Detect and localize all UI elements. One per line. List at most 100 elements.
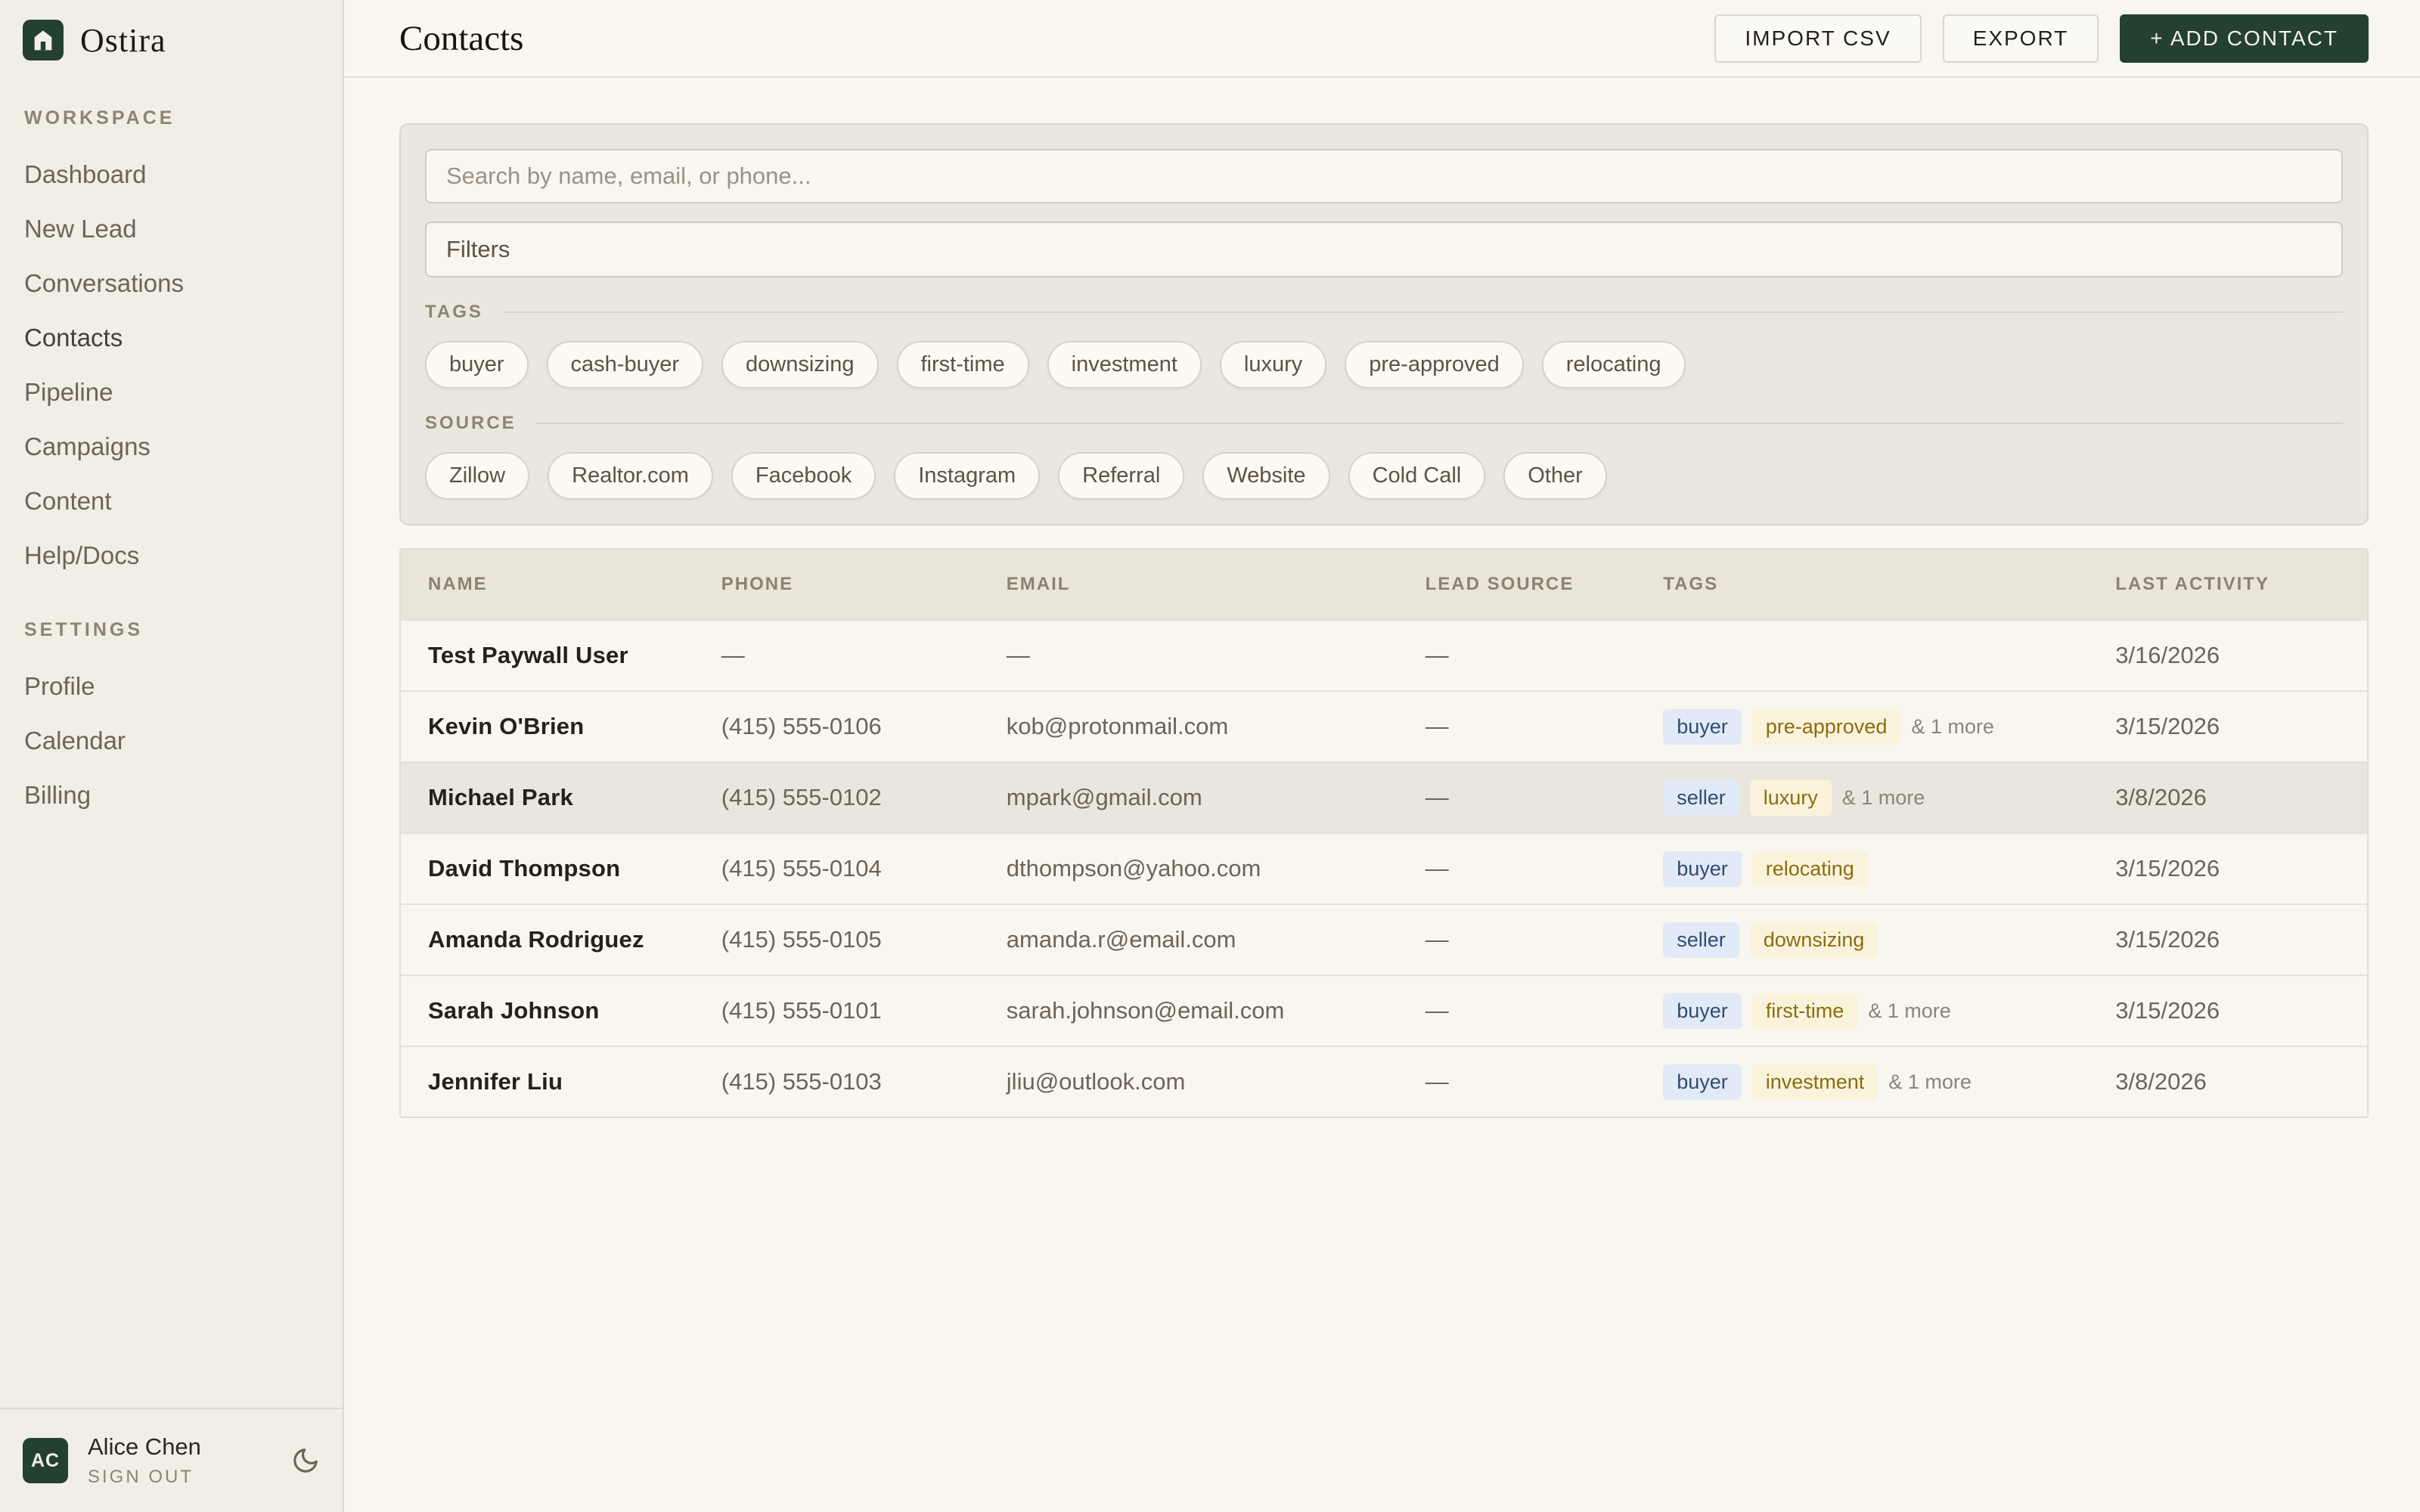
dark-mode-toggle[interactable] xyxy=(291,1446,320,1475)
cell-email: mpark@gmail.com xyxy=(1007,763,1426,832)
contact-name: David Thompson xyxy=(428,855,620,882)
sidebar-user-panel: AC Alice Chen SIGN OUT xyxy=(0,1408,343,1512)
tags-group-header: TAGS xyxy=(425,302,2343,323)
cell-phone: (415) 555-0102 xyxy=(721,763,1007,832)
cell-lead-source: — xyxy=(1426,905,1664,974)
sidebar-item-campaigns[interactable]: Campaigns xyxy=(24,420,318,474)
search-input[interactable] xyxy=(425,149,2343,203)
cell-email: — xyxy=(1007,621,1426,690)
tag-chip-first-time[interactable]: first-time xyxy=(897,341,1029,389)
cell-tags: buyerrelocating xyxy=(1663,834,2115,903)
sidebar-item-content[interactable]: Content xyxy=(24,474,318,528)
cell-last-activity: 3/15/2026 xyxy=(2115,692,2367,761)
source-group-rule xyxy=(536,423,2343,424)
source-chip-facebook[interactable]: Facebook xyxy=(731,452,876,500)
sidebar-item-billing[interactable]: Billing xyxy=(24,768,318,823)
tag-badge-buyer: buyer xyxy=(1663,851,1742,887)
contact-name: Sarah Johnson xyxy=(428,997,600,1024)
sidebar-item-contacts[interactable]: Contacts xyxy=(24,311,318,365)
sidebar-item-new-lead[interactable]: New Lead xyxy=(24,202,318,256)
cell-name: Kevin O'Brien xyxy=(401,692,721,761)
cell-last-activity: 3/15/2026 xyxy=(2115,834,2367,903)
tag-chip-pre-approved[interactable]: pre-approved xyxy=(1345,341,1524,389)
page-title: Contacts xyxy=(399,18,523,59)
cell-phone: (415) 555-0106 xyxy=(721,692,1007,761)
avatar: AC xyxy=(23,1438,68,1483)
source-chip-cold-call[interactable]: Cold Call xyxy=(1348,452,1486,500)
topbar: Contacts IMPORT CSV EXPORT + ADD CONTACT xyxy=(344,0,2420,78)
source-chip-website[interactable]: Website xyxy=(1202,452,1329,500)
source-chip-referral[interactable]: Referral xyxy=(1058,452,1184,500)
table-row[interactable]: Amanda Rodriguez (415) 555-0105amanda.r@e… xyxy=(401,903,2367,974)
table-header-row: NAMEPHONEEMAILLEAD SOURCETAGSLAST ACTIVI… xyxy=(401,550,2367,619)
moon-icon xyxy=(291,1446,320,1475)
contact-name: Michael Park xyxy=(428,784,573,811)
cell-tags: buyer pre-approved & 1 more xyxy=(1663,692,2115,761)
tag-badge-buyer: buyer xyxy=(1663,993,1742,1029)
contact-name: Amanda Rodriguez xyxy=(428,926,644,953)
source-chip-realtor-com[interactable]: Realtor.com xyxy=(548,452,713,500)
tag-badge-pre-approved: pre-approved xyxy=(1752,709,1901,745)
sidebar-item-conversations[interactable]: Conversations xyxy=(24,256,318,311)
sidebar-item-calendar[interactable]: Calendar xyxy=(24,714,318,768)
source-filter-chips: Zillow Realtor.com Facebook Instagram Referr… xyxy=(425,452,2343,500)
cell-email: sarah.johnson@email.com xyxy=(1007,976,1426,1046)
table-row[interactable]: Test Paywall User———3/16/2026 xyxy=(401,619,2367,690)
cell-phone: (415) 555-0103 xyxy=(721,1047,1007,1117)
source-chip-other[interactable]: Other xyxy=(1503,452,1607,500)
tag-badge-luxury: luxury xyxy=(1750,780,1832,816)
sidebar-item-profile[interactable]: Profile xyxy=(24,659,318,714)
cell-tags: buyerfirst-time& 1 more xyxy=(1663,976,2115,1046)
workspace-items: DashboardNew LeadConversationsContactsPi… xyxy=(24,147,318,583)
cell-lead-source: — xyxy=(1426,763,1664,832)
tag-chip-cash-buyer[interactable]: cash-buyer xyxy=(547,341,703,389)
cell-tags xyxy=(1663,621,2115,690)
cell-lead-source: — xyxy=(1426,1047,1664,1117)
cell-phone: (415) 555-0105 xyxy=(721,905,1007,974)
cell-email: amanda.r@email.com xyxy=(1007,905,1426,974)
column-header-email: EMAIL xyxy=(1007,550,1426,619)
tag-chip-relocating[interactable]: relocating xyxy=(1542,341,1686,389)
brand: Ostira xyxy=(0,0,343,76)
import-csv-button[interactable]: IMPORT CSV xyxy=(1714,14,1921,63)
table-row[interactable]: David Thompson(415) 555-0104dthompson@ya… xyxy=(401,832,2367,903)
table-row[interactable]: Sarah Johnson (415) 555-0101sarah.johnson… xyxy=(401,974,2367,1046)
tag-badge-downsizing: downsizing xyxy=(1750,922,1879,958)
table-row[interactable]: Michael Park (415) 555-0102mpark@gmail.co… xyxy=(401,761,2367,832)
tag-chip-investment[interactable]: investment xyxy=(1047,341,1202,389)
home-icon xyxy=(23,20,64,60)
user-name: Alice Chen xyxy=(88,1433,201,1461)
sidebar-nav-workspace: WORKSPACE DashboardNew LeadConversations… xyxy=(0,107,343,583)
export-button[interactable]: EXPORT xyxy=(1943,14,2099,63)
cell-name: Sarah Johnson xyxy=(401,976,721,1046)
tag-chip-downsizing[interactable]: downsizing xyxy=(721,341,878,389)
cell-tags: buyerinvestment& 1 more xyxy=(1663,1047,2115,1117)
tag-more-count: & 1 more xyxy=(1911,715,1994,739)
contacts-table: NAMEPHONEEMAILLEAD SOURCETAGSLAST ACTIVI… xyxy=(399,548,2369,1118)
cell-last-activity: 3/15/2026 xyxy=(2115,905,2367,974)
sidebar-item-help-docs[interactable]: Help/Docs xyxy=(24,528,318,583)
sign-out-button[interactable]: SIGN OUT xyxy=(88,1467,201,1488)
tag-badge-first-time: first-time xyxy=(1752,993,1858,1029)
tag-chip-buyer[interactable]: buyer xyxy=(425,341,529,389)
tag-badge-buyer: buyer xyxy=(1663,709,1742,745)
table-row[interactable]: Jennifer Liu(415) 555-0103jliu@outlook.c… xyxy=(401,1046,2367,1117)
cell-phone: (415) 555-0101 xyxy=(721,976,1007,1046)
table-row[interactable]: Kevin O'Brien(415) 555-0106kob@protonmai… xyxy=(401,690,2367,761)
user-info: Alice Chen SIGN OUT xyxy=(88,1433,201,1488)
filters-toggle[interactable]: Filters xyxy=(425,222,2343,277)
tag-more-count: & 1 more xyxy=(1842,786,1925,810)
column-header-name: NAME xyxy=(401,550,721,619)
cell-tags: sellerdownsizing xyxy=(1663,905,2115,974)
sidebar-item-dashboard[interactable]: Dashboard xyxy=(24,147,318,202)
source-chip-instagram[interactable]: Instagram xyxy=(894,452,1040,500)
cell-name: Michael Park xyxy=(401,763,721,832)
tag-chip-luxury[interactable]: luxury xyxy=(1220,341,1326,389)
tag-badge-buyer: buyer xyxy=(1663,1064,1742,1100)
source-chip-zillow[interactable]: Zillow xyxy=(425,452,529,500)
tag-filter-chips: buyer cash-buyer downsizing first-time inves… xyxy=(425,341,2343,389)
cell-lead-source: — xyxy=(1426,621,1664,690)
sidebar-item-pipeline[interactable]: Pipeline xyxy=(24,365,318,420)
cell-last-activity: 3/8/2026 xyxy=(2115,763,2367,832)
add-contact-button[interactable]: + ADD CONTACT xyxy=(2120,14,2369,63)
